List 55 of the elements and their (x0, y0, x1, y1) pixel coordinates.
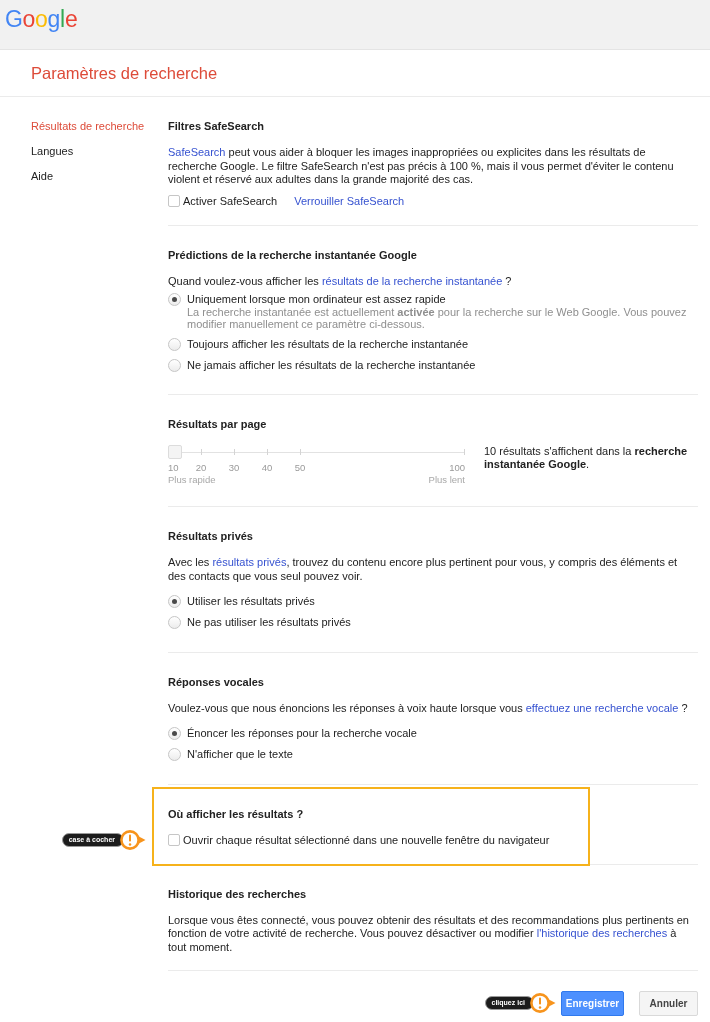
tick-label: 100 (449, 462, 465, 474)
slider-track[interactable] (168, 445, 465, 459)
tick-label: 40 (261, 462, 273, 474)
tick-label: 20 (195, 462, 207, 474)
radio-label: Uniquement lorsque mon ordinateur est assez rapide (187, 292, 447, 306)
slider-summary: 10 résultats s'affichent dans la recherche instantanée Google. (484, 445, 689, 471)
radio-label: Énoncer les réponses pour la recherche vocale (187, 727, 417, 740)
checkbox[interactable] (168, 834, 180, 846)
section-title: Filtres SafeSearch (168, 120, 265, 133)
section-title: Résultats par page (168, 418, 268, 431)
section-title: Historique des recherches (168, 887, 308, 901)
radio-label: Utiliser les résultats privés (187, 595, 315, 608)
inline-link[interactable]: effectuez une recherche vocale (525, 701, 679, 714)
section-description: SafeSearch peut vous aider à bloquer les images inappropriées ou explicites dans les résultats de recherche Google. Le filtre SafeSearch n'est pas précis à 100 %, mais il vous permet d'éviter le contenu violent et réservé aux adultes dans la grande majorité des cas. (168, 146, 675, 187)
section-description: Quand voulez-vous afficher les résultats de la recherche instantanée ? (168, 275, 513, 289)
inline-link[interactable]: résultats de la recherche instantanée (321, 275, 503, 287)
tick-label: 50 (294, 462, 306, 474)
radio-button[interactable] (168, 748, 181, 761)
slider-max-label: Plus lent (428, 474, 465, 486)
radio-button[interactable] (168, 727, 181, 740)
inline-link[interactable]: l'historique des recherches (536, 927, 668, 939)
radio-button[interactable] (168, 358, 181, 372)
slider-min-label: Plus rapide (168, 474, 216, 486)
tick-label: 10 (168, 462, 179, 474)
radio-label: N'afficher que le texte (187, 748, 293, 761)
slider-thumb[interactable] (168, 445, 182, 459)
alert-icon (120, 829, 146, 850)
radio-label: Ne jamais afficher les résultats de la recherche instantanée (187, 358, 476, 372)
radio-button[interactable] (168, 292, 181, 306)
inline-link[interactable]: SafeSearch (168, 146, 226, 158)
sidebar-item[interactable]: Langues (31, 145, 74, 158)
page-title: Paramètres de recherche (31, 63, 218, 83)
checkbox[interactable] (168, 195, 180, 207)
section-description: Lorsque vous êtes connecté, vous pouvez obtenir des résultats et des recommandations plus pertinents en fonction de votre activité de recherche. Vous pouvez désactiver ou modifier l'historique des recherches à tout moment. (168, 913, 690, 954)
tick-label: 30 (228, 462, 240, 474)
radio-button[interactable] (168, 616, 181, 629)
checkbox-label: Ouvrir chaque résultat sélectionné dans une nouvelle fenêtre du navigateur (183, 833, 550, 847)
section-title: Résultats privés (168, 530, 254, 543)
checkbox-label: Activer SafeSearch (183, 194, 278, 208)
section-title: Réponses vocales (168, 675, 265, 689)
alert-icon (530, 993, 556, 1013)
cancel-button[interactable]: Annuler (639, 990, 698, 1016)
section-title: Prédictions de la recherche instantanée Google (168, 249, 418, 262)
section-description: Voulez-vous que nous énoncions les réponses à voix haute lorsque vous effectuez une recherche vocale ? (168, 701, 689, 715)
option-note: La recherche instantanée est actuellement activée pour la recherche sur le Web Google. Vous pouvez modifier manuellement ce paramètre ci-dessous. (187, 305, 688, 330)
radio-button[interactable] (168, 337, 181, 351)
radio-label: Ne pas utiliser les résultats privés (187, 616, 351, 629)
logo-wordmark[interactable]: Google (5, 6, 78, 32)
sidebar-item[interactable]: Aide (31, 170, 54, 183)
lock-link[interactable]: Verrouiller SafeSearch (294, 194, 405, 208)
section-title: Où afficher les résultats ? (168, 807, 305, 821)
radio-button[interactable] (168, 595, 181, 608)
section-description: Avec les résultats privés, trouvez du contenu encore plus pertinent pour vous, y compris des éléments et des contacts que vous seul pouvez voir. (168, 556, 679, 583)
radio-label: Toujours afficher les résultats de la recherche instantanée (187, 337, 469, 351)
sidebar-item[interactable]: Résultats de recherche (31, 120, 145, 133)
